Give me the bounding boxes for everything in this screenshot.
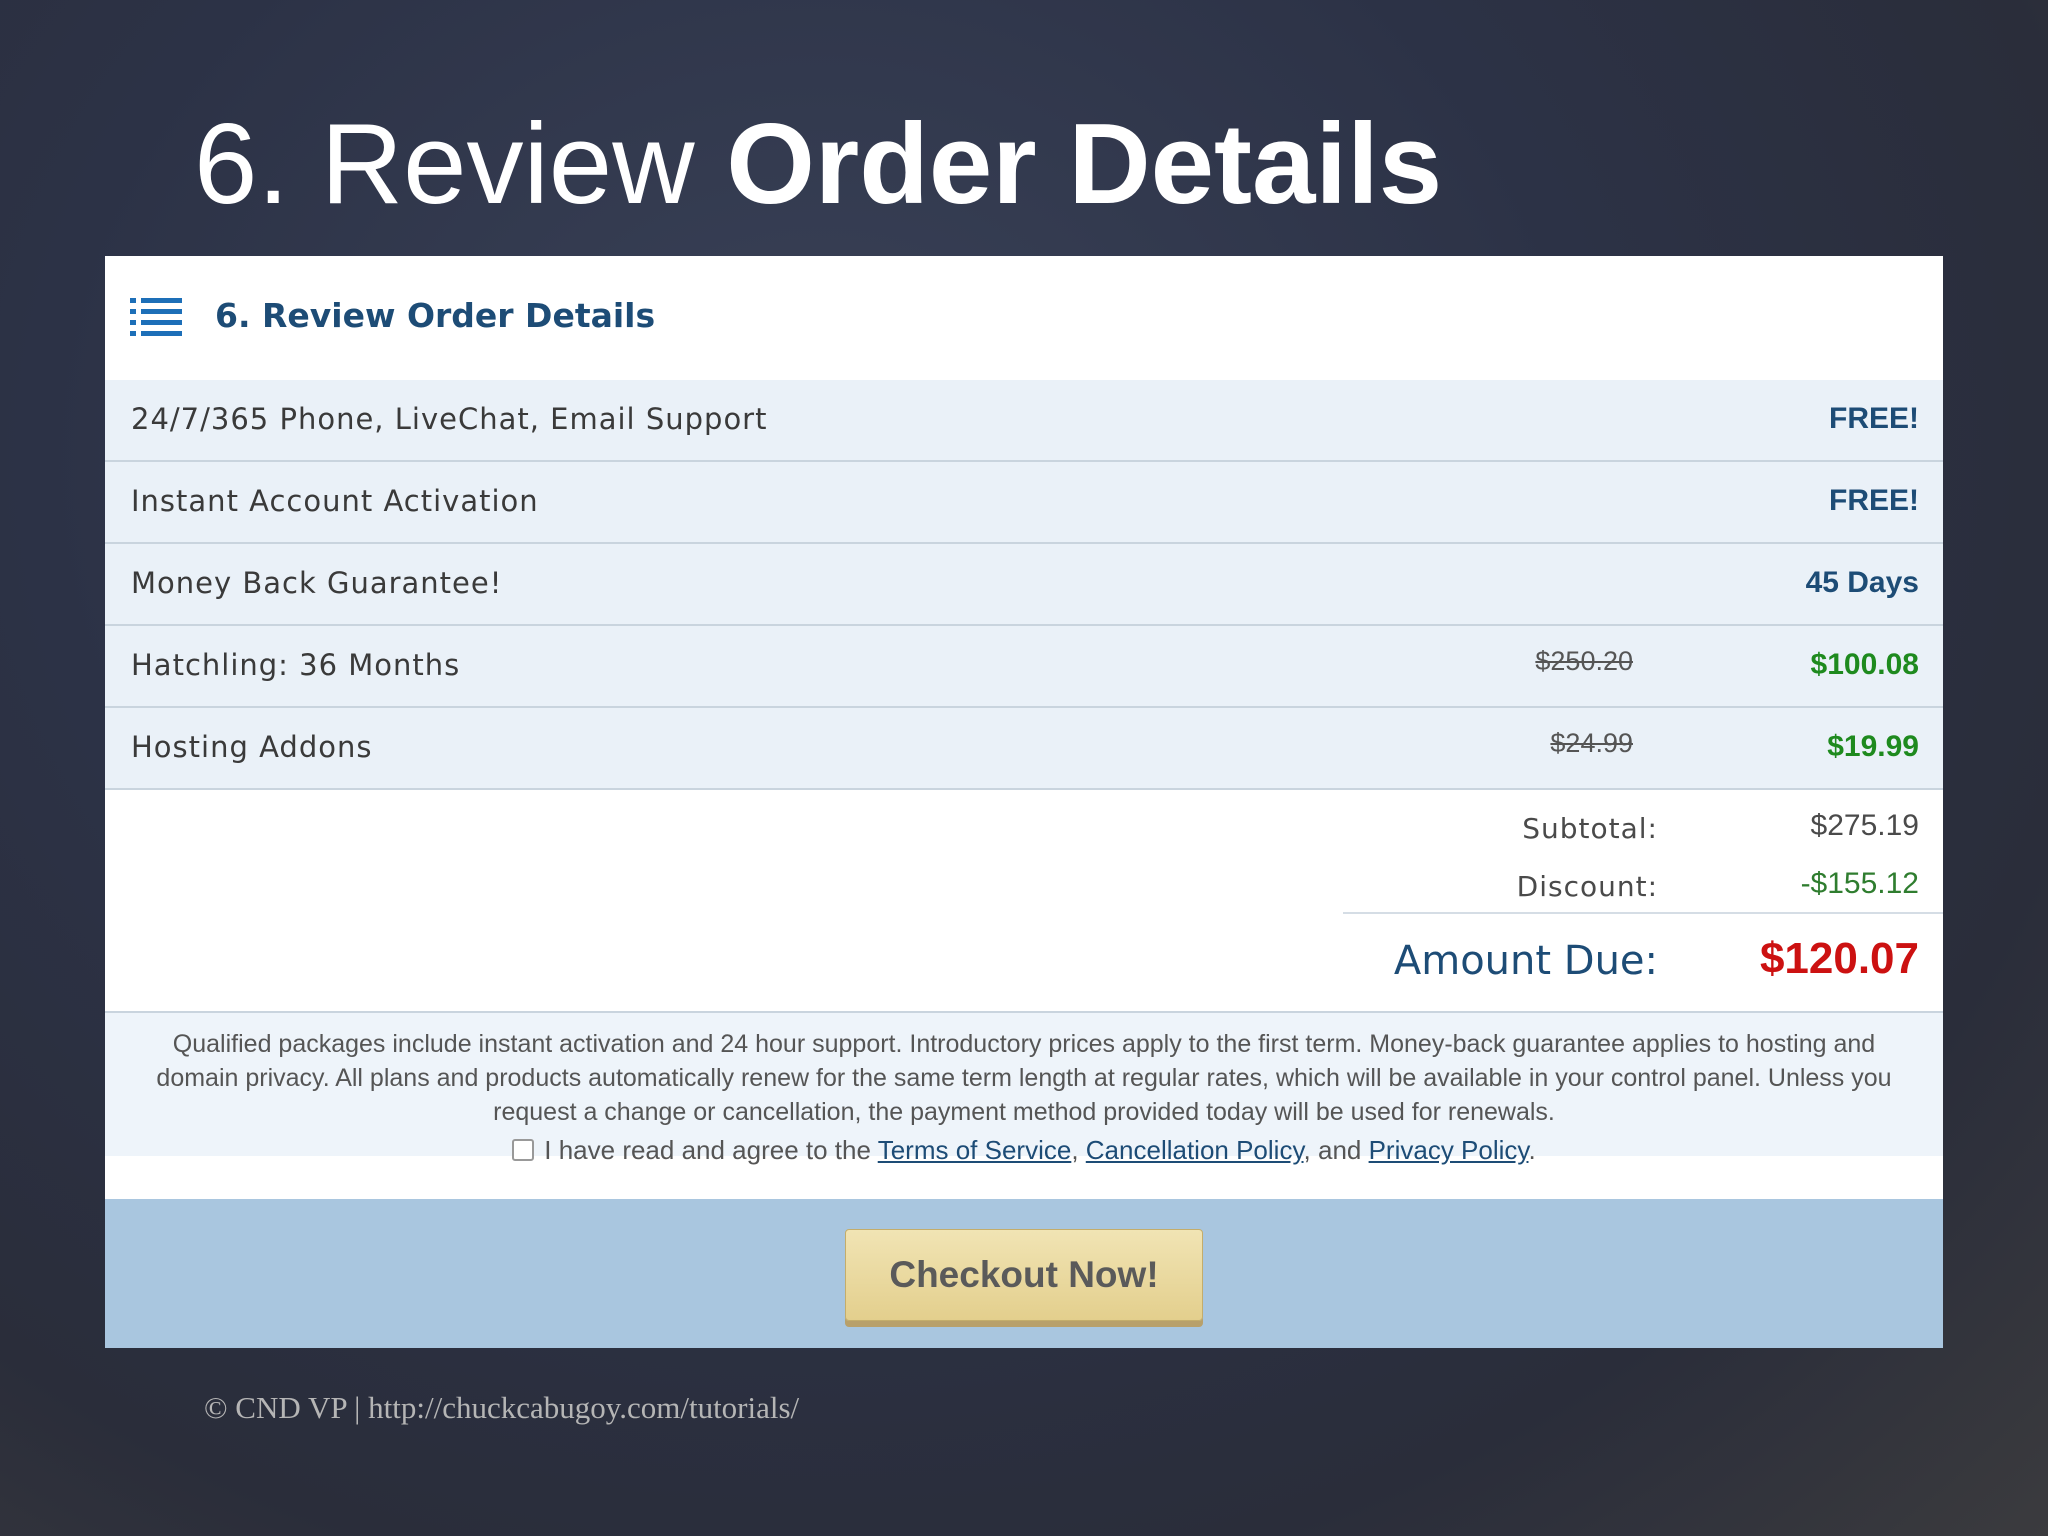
row-value: 45 Days bbox=[1805, 566, 1919, 599]
terms-notice: Qualified packages include instant activ… bbox=[105, 1011, 1943, 1165]
agree-prefix: I have read and agree to the bbox=[544, 1135, 878, 1165]
slide-credit: © CND VP | http://chuckcabugoy.com/tutor… bbox=[204, 1390, 800, 1425]
agree-separator: , bbox=[1071, 1135, 1086, 1165]
order-row-activation: Instant Account Activation FREE! bbox=[105, 462, 1943, 544]
amount-due-label: Amount Due: bbox=[1393, 938, 1658, 984]
list-icon bbox=[130, 298, 182, 336]
row-old-price: $24.99 bbox=[1550, 728, 1633, 758]
order-row-hatchling: Hatchling: 36 Months $250.20 $100.08 bbox=[105, 626, 1943, 708]
agree-checkbox[interactable] bbox=[512, 1139, 535, 1161]
amount-due-value: $120.07 bbox=[1759, 934, 1919, 983]
row-old-price: $250.20 bbox=[1535, 646, 1633, 676]
checkout-bar: Checkout Now! bbox=[105, 1199, 1943, 1348]
subtotal-value: $275.19 bbox=[1810, 809, 1919, 842]
row-label: Hatchling: 36 Months bbox=[131, 648, 461, 682]
order-row-addons: Hosting Addons $24.99 $19.99 bbox=[105, 708, 1943, 790]
discount-value: -$155.12 bbox=[1800, 867, 1919, 900]
agree-line: I have read and agree to the Terms of Se… bbox=[105, 1135, 1943, 1166]
row-label: Money Back Guarantee! bbox=[131, 566, 503, 600]
row-value: $100.08 bbox=[1810, 648, 1919, 681]
privacy-policy-link[interactable]: Privacy Policy bbox=[1369, 1135, 1529, 1165]
terms-of-service-link[interactable]: Terms of Service bbox=[878, 1135, 1072, 1165]
notice-text: Qualified packages include instant activ… bbox=[156, 1030, 1892, 1126]
slide-title-prefix: 6. Review bbox=[194, 101, 727, 228]
discount-label: Discount: bbox=[1516, 870, 1658, 903]
subtotal-label: Subtotal: bbox=[1522, 812, 1658, 845]
order-row-support: 24/7/365 Phone, LiveChat, Email Support … bbox=[105, 380, 1943, 462]
agree-separator: , and bbox=[1303, 1135, 1369, 1165]
row-label: 24/7/365 Phone, LiveChat, Email Support bbox=[131, 402, 768, 436]
panel-heading: 6. Review Order Details bbox=[215, 296, 656, 335]
row-label: Hosting Addons bbox=[131, 730, 373, 764]
row-value: $19.99 bbox=[1827, 730, 1919, 763]
row-value: FREE! bbox=[1829, 484, 1919, 517]
order-review-panel: 6. Review Order Details 24/7/365 Phone, … bbox=[105, 256, 1943, 1348]
cancellation-policy-link[interactable]: Cancellation Policy bbox=[1086, 1135, 1304, 1165]
row-label: Instant Account Activation bbox=[131, 484, 539, 518]
totals-divider bbox=[1343, 912, 1943, 914]
agree-suffix: . bbox=[1528, 1135, 1536, 1165]
slide-title-bold: Order Details bbox=[726, 101, 1443, 228]
checkout-button[interactable]: Checkout Now! bbox=[845, 1229, 1203, 1321]
row-value: FREE! bbox=[1829, 402, 1919, 435]
panel-header: 6. Review Order Details bbox=[105, 256, 1943, 382]
order-row-guarantee: Money Back Guarantee! 45 Days bbox=[105, 544, 1943, 626]
slide-title: 6. Review Order Details bbox=[194, 108, 1442, 222]
